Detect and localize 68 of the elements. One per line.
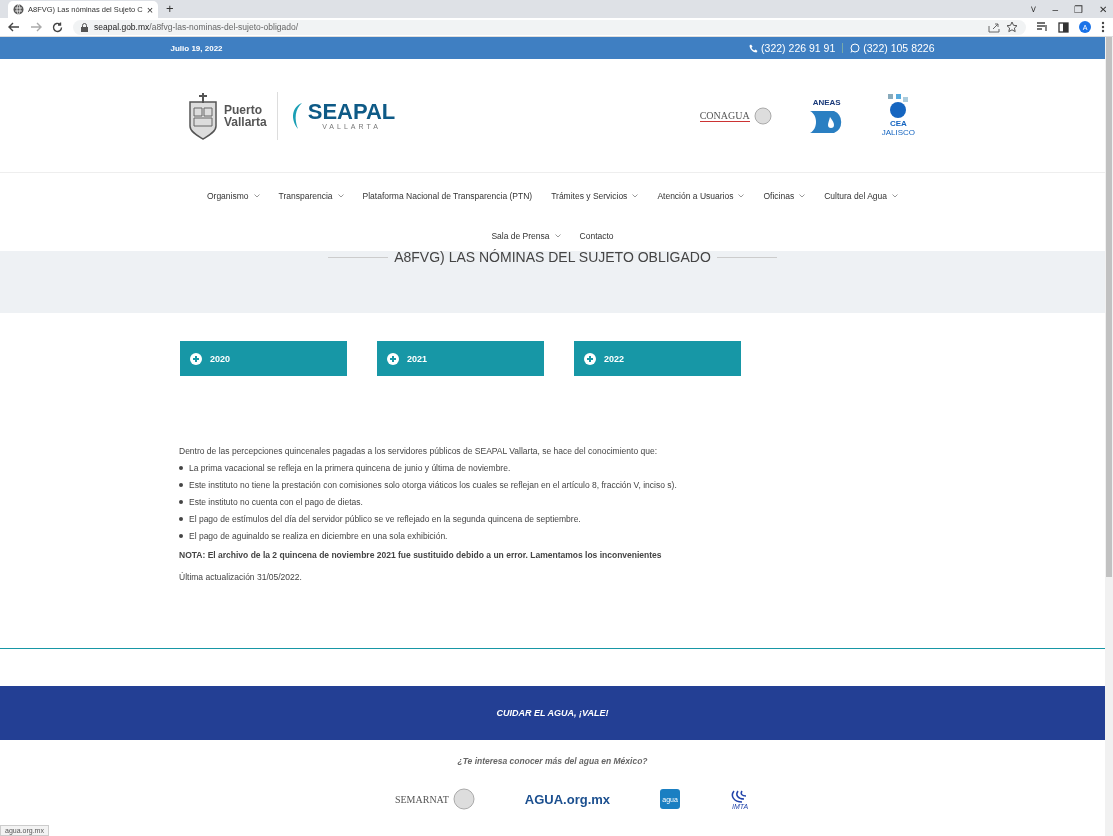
cea-logo: CEA JALISCO: [881, 94, 915, 137]
bullet-dot-icon: [179, 500, 183, 504]
nav-link[interactable]: Contacto: [579, 231, 614, 241]
bullet-dot-icon: [179, 534, 183, 538]
tab-search-button[interactable]: ˅: [1030, 3, 1037, 15]
bullet-dot-icon: [179, 466, 183, 470]
lock-icon: [81, 22, 88, 32]
seal-icon: [452, 788, 475, 810]
tab-close-button[interactable]: ×: [146, 3, 154, 16]
address-bar[interactable]: seapal.gob.mx/a8fvg-las-nominas-del-sujeto-obligado/: [73, 19, 1026, 35]
banner-slogan: CUIDAR EL AGUA, ¡VALE!: [496, 708, 609, 718]
aneas-logo: ANEAS: [809, 98, 844, 133]
minimize-button[interactable]: –: [1052, 3, 1058, 15]
nav-link[interactable]: Cultura del Agua: [824, 191, 899, 201]
nav-link[interactable]: Atención a Usuarios: [657, 191, 745, 201]
nav-link[interactable]: Sala de Prensa: [491, 231, 561, 241]
seal-icon: [753, 106, 772, 125]
back-arrow-icon: [8, 22, 20, 32]
forward-arrow-icon: [30, 22, 42, 32]
nav-link[interactable]: Organismo: [206, 191, 260, 201]
chevron-down-icon: [799, 194, 806, 198]
reload-icon: [52, 21, 63, 33]
playlist-icon: [1036, 22, 1048, 32]
chevron-down-icon: [337, 194, 344, 198]
nav-link[interactable]: Plataforma Nacional de Transparencia (PTN): [362, 191, 533, 201]
nav-link[interactable]: Trámites y Servicios: [551, 191, 639, 201]
chevron-down-icon: [554, 234, 561, 238]
globe-icon: [13, 4, 24, 15]
scrollbar[interactable]: [1105, 37, 1113, 836]
plus-circle-icon: [584, 352, 596, 365]
list-item-text: El pago de estímulos del día del servidor público se ve reflejado en la segunda quincena de septiembre.: [189, 514, 581, 524]
semarnat-logo: SEMARNAT: [394, 788, 475, 810]
star-icon: [1006, 21, 1018, 33]
new-tab-button[interactable]: +: [166, 1, 174, 16]
whatsapp-number: (322) 105 8226: [863, 42, 935, 54]
chevron-down-icon: [892, 194, 899, 198]
date-text: Julio 19, 2022: [169, 43, 223, 53]
chevron-down-icon: [738, 194, 745, 198]
more-options-icon: [1101, 21, 1105, 33]
intro-paragraph: Dentro de las percepciones quincenales pagadas a los servidores públicos de SEAPAL Vallarta, se hace del conocimiento que:: [179, 446, 659, 456]
conagua-logo: CONAGUA: [699, 106, 772, 125]
close-button[interactable]: ✕: [1099, 3, 1107, 15]
bullet-dot-icon: [179, 483, 183, 487]
chevron-down-icon: [632, 194, 639, 198]
page-title: A8FVG) LAS NÓMINAS DEL SUJETO OBLIGADO: [394, 249, 711, 265]
list-item-text: El pago de aguinaldo se realiza en diciembre en una sola exhibición.: [189, 531, 448, 541]
phone-icon: [749, 43, 759, 53]
list-item-text: Este instituto no cuenta con el pago de dietas.: [189, 497, 363, 507]
phone-number: (322) 226 91 91: [761, 42, 836, 54]
nav-link[interactable]: Oficinas: [763, 191, 806, 201]
restore-button[interactable]: ❐: [1074, 3, 1083, 15]
bullet-dot-icon: [179, 517, 183, 521]
whatsapp-icon: [850, 43, 861, 53]
url-text: seapal.gob.mx/a8fvg-las-nominas-del-sujeto-obligado/: [94, 22, 300, 32]
coat-of-arms-icon: [186, 91, 220, 140]
puerto-vallarta-logo: Puerto Vallarta: [186, 91, 267, 140]
nav-link[interactable]: Transparencia: [278, 191, 344, 201]
last-updated-text: Última actualización 31/05/2022.: [179, 572, 303, 582]
footer-question: ¿Te interesa conocer más del agua en México?: [456, 756, 649, 766]
note-text: NOTA: El archivo de la 2 quincena de noviembre 2021 fue sustituido debido a un error. Lamentamos los inconvenientes: [179, 550, 663, 560]
chevron-down-icon: [253, 194, 260, 198]
share-icon: [988, 21, 1000, 33]
side-panel-icon: [1058, 21, 1069, 33]
agua-org-logo: AGUA.org.mx: [524, 791, 611, 807]
plus-circle-icon: [387, 352, 399, 365]
list-item-text: Este instituto no tiene la prestación con comisiones solo otorga viáticos los cuales se reflejan en el artículo 8, fracción V, inciso s).: [189, 480, 677, 490]
list-item-text: La prima vacacional se refleja en la primera quincena de junio y última de noviembre.: [189, 463, 511, 473]
plus-circle-icon: [190, 352, 202, 365]
